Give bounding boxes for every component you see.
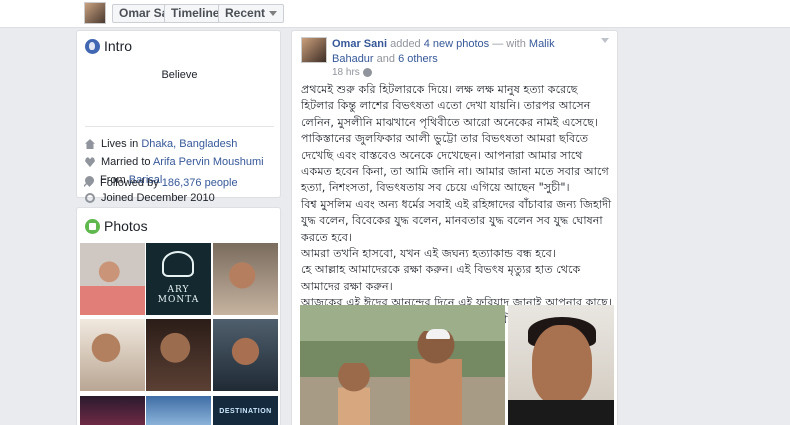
married-to-link[interactable]: Arifa Pervin Moushumi <box>153 156 264 168</box>
photo-shirt <box>508 400 614 425</box>
home-icon <box>85 139 95 150</box>
photo-thumbnail[interactable] <box>146 319 211 391</box>
photos-icon <box>85 218 100 234</box>
mushroom-logo-icon <box>162 251 194 277</box>
intro-lives-in: Lives in Dhaka, Bangladesh <box>85 138 237 150</box>
photo-thumbnail[interactable] <box>80 319 145 391</box>
photo-person <box>410 331 462 425</box>
photo-thumbnail[interactable] <box>80 396 145 425</box>
clock-icon <box>85 193 95 204</box>
post-timestamp[interactable]: 18 hrs <box>332 67 372 78</box>
post-photo-side[interactable] <box>508 305 614 425</box>
married-label: Married to <box>101 156 153 168</box>
intro-married: Married to Arifa Pervin Moushumi <box>85 156 264 168</box>
intro-joined: Joined December 2010 <box>85 192 215 204</box>
photo-thumbnail[interactable] <box>146 396 211 425</box>
photo-thumbnail[interactable] <box>213 243 278 315</box>
followers-link[interactable]: 186,376 people <box>162 177 238 189</box>
post-paragraph: আমরা তখনি হাসবো, যখন এই জঘন্য হত্যাকান্ড… <box>301 247 556 261</box>
recent-label: Recent <box>225 6 266 20</box>
photo-thumbnail[interactable]: DESTINATION <box>213 396 278 425</box>
tagged-others-link[interactable]: 6 others <box>398 53 438 65</box>
heart-icon <box>85 157 95 168</box>
intro-title: Intro <box>104 38 133 54</box>
photo-face <box>532 325 592 405</box>
joined-label: Joined December 2010 <box>101 192 215 204</box>
profile-top-bar: Omar Sani Timeline Recent <box>0 0 790 28</box>
globe-icon <box>362 67 372 77</box>
post-photo-main[interactable] <box>300 305 505 425</box>
photos-title[interactable]: Photos <box>104 218 148 234</box>
post-paragraph: প্রথমেই শুরু করি হিটলারকে দিয়ে। লক্ষ লক… <box>301 83 609 195</box>
post-time-label: 18 hrs <box>332 67 360 78</box>
post-with-text: — with <box>489 38 529 50</box>
post-author-avatar[interactable] <box>301 37 327 63</box>
post-paragraph: বিশ্ব মুসলিম এবং অন্য ধর্মের সবাই এই রহি… <box>301 197 612 244</box>
followed-by-label: Followed by <box>100 177 162 189</box>
photo-thumbnail[interactable] <box>213 319 278 391</box>
post-header: Omar Sani added 4 new photos — with Mali… <box>332 37 594 67</box>
intro-followed-by: Followed by 186,376 people <box>84 177 238 189</box>
photo-thumbnail[interactable] <box>80 243 145 315</box>
globe-icon <box>85 38 100 54</box>
photo-cap <box>426 329 450 339</box>
intro-bio: Believe <box>161 69 198 81</box>
intro-header: Intro <box>85 38 132 56</box>
photo-thumbnail[interactable]: ARY MONTA <box>146 243 211 315</box>
timeline-label: Timeline <box>171 6 220 20</box>
photo-thumbnail-text: DESTINATION <box>219 408 272 415</box>
chevron-down-icon <box>269 11 278 17</box>
photos-card: Photos <box>76 207 281 425</box>
post-and-text: and <box>373 53 399 65</box>
intro-divider <box>85 126 274 127</box>
new-photos-link[interactable]: 4 new photos <box>424 38 489 50</box>
post-author-name[interactable]: Omar Sani <box>332 38 387 50</box>
photo-thumbnail-text: ARY MONTA <box>157 285 200 305</box>
lives-in-link[interactable]: Dhaka, Bangladesh <box>141 138 237 150</box>
followers-icon <box>84 179 94 188</box>
post-paragraph: হে আল্লাহ আমাদেরকে রক্ষা করুন। এই বিভৎষ … <box>301 263 581 293</box>
post-options-chevron-icon[interactable] <box>601 38 609 43</box>
profile-avatar[interactable] <box>84 2 106 24</box>
intro-card: Intro Believe Lives in Dhaka, Bangladesh… <box>76 30 281 204</box>
recent-button[interactable]: Recent <box>218 4 285 23</box>
photos-header: Photos <box>85 218 148 234</box>
photo-person <box>338 363 370 425</box>
post-action-text: added <box>387 38 424 50</box>
lives-in-label: Lives in <box>101 138 142 150</box>
